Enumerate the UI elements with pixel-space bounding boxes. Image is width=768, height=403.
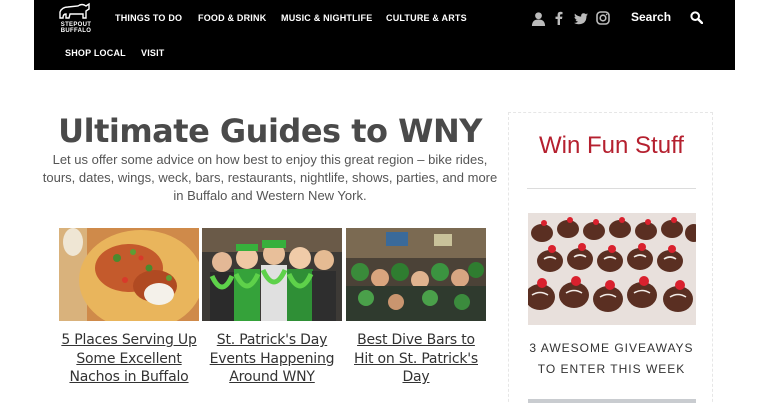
sidebar-heading: Win Fun Stuff xyxy=(539,132,684,159)
card-image-nachos[interactable] xyxy=(59,228,199,321)
nav-item-food-drink[interactable]: FOOD & DRINK xyxy=(198,13,266,23)
card-title-dive-bars[interactable]: Best Dive Bars to Hit on St. Patrick's D… xyxy=(346,331,486,387)
card-title-nachos[interactable]: 5 Places Serving Up Some Excellent Nacho… xyxy=(59,331,199,387)
sidebar-giveaways: Win Fun Stuff 3 AWESOME GIVEAWAYS TO ENT… xyxy=(508,112,713,403)
giveaway-image-chocolates[interactable] xyxy=(528,213,696,325)
logo-line-2: BUFFALO xyxy=(60,28,92,34)
twitter-icon[interactable] xyxy=(574,12,588,30)
nav-item-music-nightlife[interactable]: MUSIC & NIGHTLIFE xyxy=(281,13,372,23)
giveaways-link-text[interactable]: 3 AWESOME GIVEAWAYS TO ENTER THIS WEEK xyxy=(527,338,697,380)
search-icon[interactable] xyxy=(690,11,704,29)
nav-item-shop-local[interactable]: SHOP LOCAL xyxy=(65,48,126,58)
giveaways-link[interactable]: 3 AWESOME GIVEAWAYS TO ENTER THIS WEEK xyxy=(509,338,714,380)
nav-item-culture-arts[interactable]: CULTURE & ARTS xyxy=(386,13,467,23)
giveaway-image-secondary[interactable] xyxy=(528,399,696,403)
top-navigation: STEPOUT BUFFALO THINGS TO DO FOOD & DRIN… xyxy=(34,0,735,70)
facebook-icon[interactable] xyxy=(554,11,563,30)
card-image-st-patricks-events[interactable] xyxy=(202,228,342,321)
site-logo[interactable]: STEPOUT BUFFALO xyxy=(56,2,96,34)
logo-wordmark: STEPOUT BUFFALO xyxy=(56,22,96,34)
card-image-dive-bars[interactable] xyxy=(346,228,486,321)
intro-text: Let us offer some advice on how best to … xyxy=(42,152,498,203)
buffalo-logo-icon xyxy=(59,2,90,19)
instagram-icon[interactable] xyxy=(596,11,610,30)
page-title: Ultimate Guides to WNY xyxy=(58,112,482,150)
nav-item-visit[interactable]: VISIT xyxy=(141,48,165,58)
nav-item-things-to-do[interactable]: THINGS TO DO xyxy=(115,13,182,23)
user-icon[interactable] xyxy=(531,11,546,31)
sidebar-divider xyxy=(527,188,696,189)
search-label[interactable]: Search xyxy=(631,10,671,24)
card-title-st-patricks-events[interactable]: St. Patrick's Day Events Happening Aroun… xyxy=(202,331,342,387)
